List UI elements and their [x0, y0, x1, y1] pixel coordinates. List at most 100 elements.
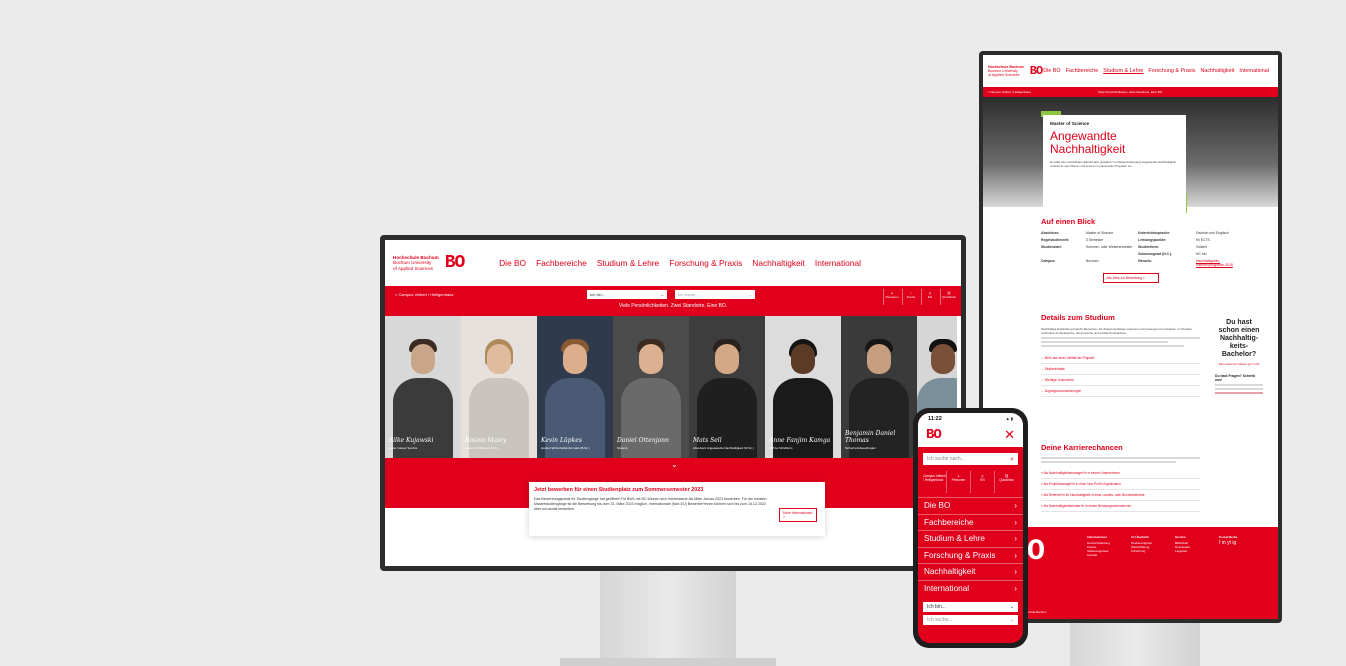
people-gallery: Silke Kujawski Leiter Career Service Ros…: [385, 316, 961, 458]
tall-red-bar: < Campus Velbert / Heiligenhaus Viele Pe…: [983, 87, 1278, 97]
career-item[interactable]: » Als Nachhaltigkeitsmanager*in in einem…: [1041, 468, 1200, 479]
career-item[interactable]: » Als Referent*in für Nachhaltigkeit in …: [1041, 490, 1200, 501]
more-info-button[interactable]: Mehr Informationen >: [779, 508, 817, 522]
accordion-item[interactable]: ⌄ Zugangsvoraussetzungen: [1041, 386, 1200, 397]
accordion-item[interactable]: ⌄ Studieninhalte: [1041, 364, 1200, 375]
monitor-stand-base: [560, 658, 776, 666]
nav-nachhaltigkeit[interactable]: Nachhaltigkeit: [1200, 68, 1234, 74]
chevron-down-icon: ⌄: [748, 292, 752, 297]
nav-studium[interactable]: Studium & Lehre: [1103, 68, 1143, 74]
chevron-right-icon: ›: [1014, 583, 1017, 593]
desktop-header: Hochschule Bochum Bochum University of A…: [385, 240, 961, 286]
nav-die-bo[interactable]: Die BO: [499, 258, 526, 268]
nav-fachbereiche[interactable]: Fachbereiche: [1066, 68, 1099, 74]
menu-item[interactable]: Die BO ›: [918, 497, 1023, 514]
campus-link[interactable]: Campus Velbert / Heiligenhaus: [923, 471, 946, 493]
globe-icon[interactable]: ◎ EN: [921, 289, 938, 305]
apply-button[interactable]: Alle Infos zur Bewerbung >: [1102, 273, 1159, 283]
person-card[interactable]: Mats Sell Absolvent Angewandte Nachhalti…: [689, 316, 765, 458]
nav-forschung[interactable]: Forschung & Praxis: [1148, 68, 1195, 74]
hero-intro: Du willst den nachhaltigen Wandel aktiv …: [1050, 160, 1176, 168]
person-card[interactable]: Daniel Ottenjann Student: [613, 316, 689, 458]
chevron-right-icon: ›: [1014, 517, 1017, 527]
career-list: » Als Nachhaltigkeitsmanager*in in einem…: [1041, 468, 1200, 512]
chevron-down-icon[interactable]: ⌄: [671, 460, 678, 469]
menu-item[interactable]: Fachbereiche ›: [918, 513, 1023, 531]
search-select[interactable]: Ich suche... ⌄: [675, 290, 755, 299]
tagline: Viele Persönlichkeiten. Zwei Standorte. …: [618, 303, 728, 309]
nav-die-bo[interactable]: Die BO: [1043, 68, 1060, 74]
chevron-right-icon: ›: [1014, 567, 1017, 577]
brand-mark: BO: [444, 253, 466, 273]
accordion-item[interactable]: ⌄ Mehr aus einer Vielfalt der Projekte: [1041, 353, 1200, 364]
search-input[interactable]: Ich suche nach... ⌕: [923, 453, 1018, 465]
phone-header: 11:22 ▲ ▮ BO ✕: [918, 413, 1023, 447]
person-card[interactable]: Anne Fanjim Kamga QM bei Windfarm: [765, 316, 841, 458]
hero-box: Master of Science Angewandte Nachhaltigke…: [1043, 115, 1186, 213]
nav-international[interactable]: International: [1239, 68, 1269, 74]
degree-kicker: Master of Science: [1050, 121, 1090, 126]
footer-col: Social Media f in yt ig: [1219, 535, 1238, 546]
person-icon[interactable]: ♙ Personen: [946, 471, 970, 493]
menu-item[interactable]: Studium & Lehre ›: [918, 530, 1023, 547]
chevron-right-icon: ›: [1014, 550, 1017, 560]
phone-screen: 11:22 ▲ ▮ BO ✕ Ich suche nach... ⌕ Campu…: [918, 413, 1023, 643]
main-nav: Die BO Fachbereiche Studium & Lehre Fors…: [499, 258, 953, 268]
career-item[interactable]: » Als Nachhaltigkeitsberater*in in einem…: [1041, 501, 1200, 512]
chevron-down-icon: ⌄: [660, 292, 664, 297]
footer-col: Im Überblick Studienangebot Weiterbildung…: [1131, 535, 1153, 553]
footer-col: Informationen Hochschulleitung Presse Stel…: [1087, 535, 1110, 557]
close-icon[interactable]: ✕: [1004, 427, 1015, 443]
career-title: Deine Karrierechancen: [1041, 443, 1123, 452]
menu-item[interactable]: Nachhaltigkeit ›: [918, 563, 1023, 580]
glance-title: Auf einen Blick: [1041, 217, 1096, 226]
phone-utility-icons: Campus Velbert / Heiligenhaus ♙ Personen …: [923, 471, 1018, 493]
person-card[interactable]: Rosina Masry studiert Architektur (B.A.): [461, 316, 537, 458]
brand-mark[interactable]: BO: [926, 427, 942, 443]
chevron-down-icon: ⌄: [1009, 604, 1014, 610]
page-title: Angewandte Nachhaltigkeit: [1050, 129, 1126, 156]
chevron-right-icon: ›: [1014, 501, 1017, 511]
brand-logo[interactable]: Hochschule Bochum Bochum University of A…: [393, 253, 466, 273]
link-icon[interactable]: ⛓ Quicklinks: [994, 471, 1018, 493]
status-time: 11:22: [928, 416, 942, 422]
accordion-item[interactable]: ⌄ Wichtige Dokumente: [1041, 375, 1200, 386]
menu-item[interactable]: International ›: [918, 579, 1023, 597]
footer-col: Service Bibliothek Downloads Lageplan: [1175, 535, 1190, 553]
phone: 11:22 ▲ ▮ BO ✕ Ich suche nach... ⌕ Campu…: [913, 408, 1028, 648]
breadcrumb[interactable]: < Campus Velbert / Heiligenhaus: [395, 292, 453, 297]
role-select[interactable]: Ich bin... ⌄: [587, 290, 667, 299]
search-icon: ⌕: [1010, 456, 1014, 463]
brand-text: Hochschule Bochum Bochum University of A…: [988, 64, 1024, 78]
tall-nav: Die BO Fachbereiche Studium & Lehre Fors…: [1043, 68, 1273, 74]
nav-international[interactable]: International: [815, 258, 861, 268]
questions-heading: Du hast Fragen? Schreib uns!: [1215, 374, 1256, 382]
bachelor-teaser: Du hast schon einen Nachhaltig-keits-Bac…: [1215, 319, 1263, 394]
tagline: Viele Persönlichkeiten. Zwei Standorte. …: [1098, 90, 1163, 94]
menu-item[interactable]: Forschung & Praxis ›: [918, 546, 1023, 564]
brand-text: Hochschule Bochum Bochum University of A…: [393, 254, 439, 271]
person-card[interactable]: Kevin Lüpkes studiert Wirtschaftsinforma…: [537, 316, 613, 458]
card-text: Das Bewerbungsportal für Studiengänge ha…: [534, 497, 767, 511]
chevron-right-icon: ›: [1014, 534, 1017, 544]
social-icons[interactable]: f in yt ig: [1219, 541, 1237, 546]
link-icon[interactable]: ⛓ Quicklinks: [940, 289, 957, 305]
search-select[interactable]: Ich suche... ⌄: [923, 615, 1018, 625]
nav-fachbereiche[interactable]: Fachbereiche: [536, 258, 587, 268]
brand-logo[interactable]: Hochschule Bochum Bochum University of A…: [988, 64, 1043, 78]
role-select[interactable]: Ich bin... ⌄: [923, 602, 1018, 612]
nav-nachhaltigkeit[interactable]: Nachhaltigkeit: [752, 258, 805, 268]
globe-icon[interactable]: ◎ EN: [970, 471, 994, 493]
chevron-down-icon: ⌄: [1009, 617, 1014, 623]
nav-forschung[interactable]: Forschung & Praxis: [669, 258, 742, 268]
search-icon[interactable]: ⌕ Suche: [902, 289, 919, 305]
glance-table: Abschluss: Master of Science Unterrichtssp…: [1041, 231, 1233, 267]
person-icon[interactable]: ♙ Personen: [883, 289, 900, 305]
monitor-stand: [600, 568, 736, 666]
person-card[interactable]: Benjamin Daniel Thomas Sicherheitsbeauft…: [841, 316, 917, 458]
utility-icons: ♙ Personen ⌕ Suche ◎ EN ⛓ Quicklinks: [883, 289, 957, 305]
hero: Master of Science Angewandte Nachhaltigke…: [983, 97, 1278, 213]
nav-studium[interactable]: Studium & Lehre: [597, 258, 659, 268]
person-card[interactable]: Silke Kujawski Leiter Career Service: [385, 316, 461, 458]
career-item[interactable]: » Als Projektmanager*in in einer Non-Pro…: [1041, 479, 1200, 490]
